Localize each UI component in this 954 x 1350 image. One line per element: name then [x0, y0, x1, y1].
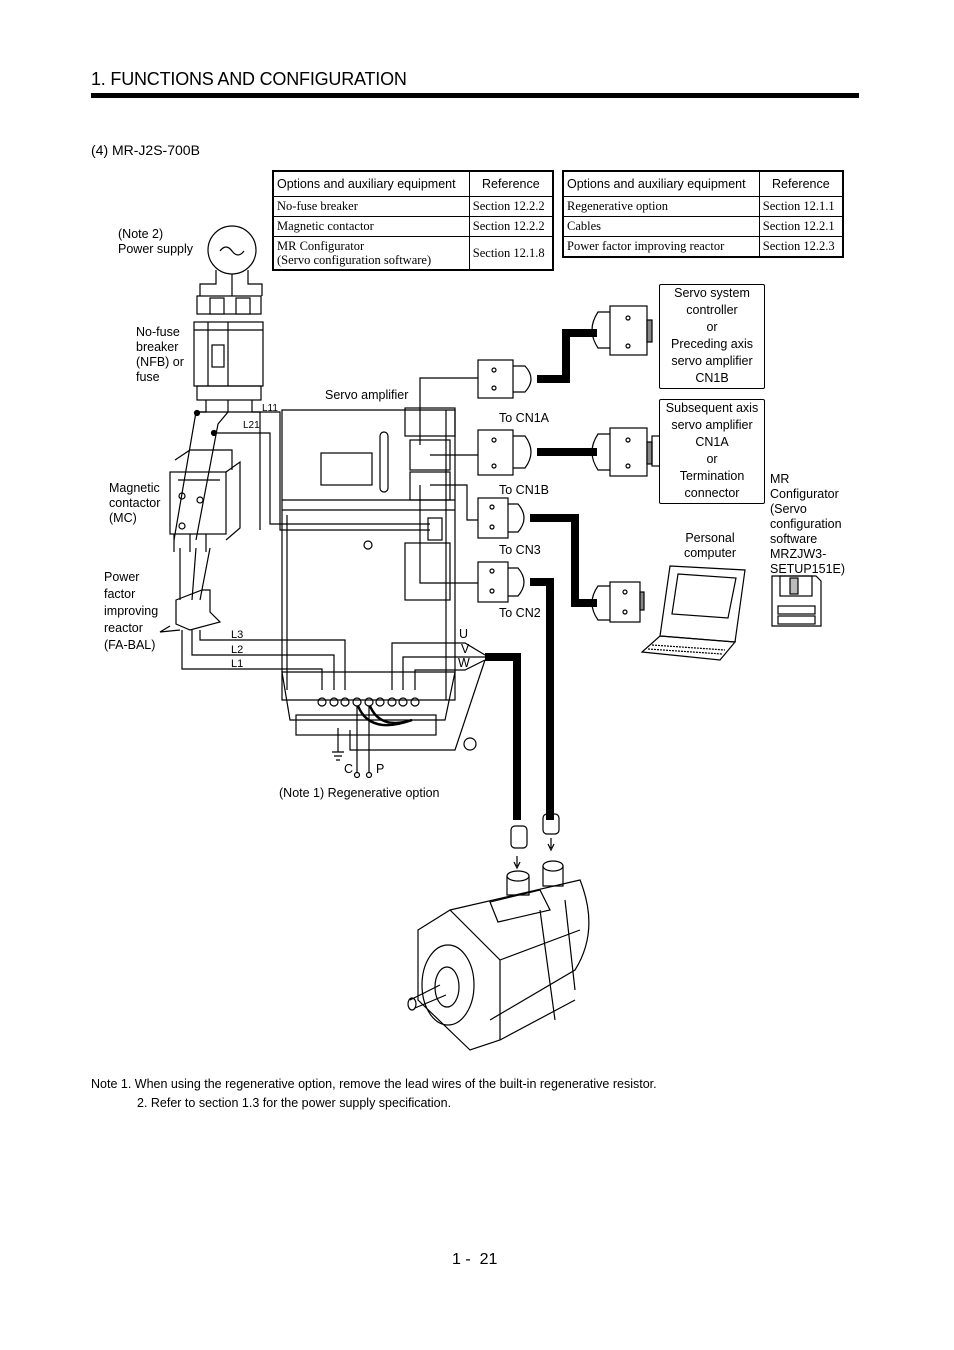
- note-1: Note 1. When using the regenerative opti…: [91, 1077, 657, 1091]
- w-label: W: [458, 656, 470, 670]
- table-row: Power factor improving reactor Section 1…: [562, 236, 844, 258]
- floppy-disk-icon: [771, 575, 822, 627]
- nfb-label: No-fuse breaker (NFB) or fuse: [136, 325, 184, 385]
- table-row: No-fuse breaker Section 12.2.2: [272, 196, 554, 217]
- table-row: MR Configurator (Servo configuration soft…: [272, 236, 554, 271]
- power-factor-reactor-icon: [159, 589, 222, 633]
- reference-table-2: Options and auxiliary equipment Referenc…: [562, 170, 844, 258]
- box-line: servo amplifier: [671, 354, 753, 368]
- box-line: servo amplifier: [671, 418, 753, 432]
- table-cell-line: (Servo configuration software): [277, 253, 432, 267]
- cn1b-connector-icon: [477, 429, 532, 476]
- label-line: Configurator: [770, 487, 839, 501]
- label-line: (Servo: [770, 502, 807, 516]
- to-cn1a-label: To CN1A: [499, 411, 550, 425]
- to-cn3-label: To CN3: [499, 543, 541, 557]
- label-line: Power: [104, 570, 140, 584]
- box-line: or: [706, 320, 718, 334]
- reactor-label: Power factor improving reactor (FA-BAL): [104, 569, 158, 654]
- to-cn1b-label: To CN1B: [499, 483, 550, 497]
- label-line: (FA-BAL): [104, 638, 156, 652]
- laptop-icon: [640, 565, 746, 661]
- label-line: computer: [683, 546, 737, 560]
- label-line: improving: [104, 604, 159, 618]
- label-line: No-fuse: [136, 325, 180, 339]
- box-line: or: [706, 452, 718, 466]
- label-line: Personal: [685, 531, 735, 545]
- box-line: Preceding axis: [671, 337, 753, 351]
- note-2: 2. Refer to section 1.3 for the power su…: [137, 1096, 452, 1110]
- box-line: controller: [686, 303, 738, 317]
- servo-controller-box: Servo system controller or Preceding axi…: [659, 284, 765, 389]
- label-line: Power supply: [118, 242, 194, 256]
- to-cn2-label: To CN2: [499, 606, 541, 620]
- table-header: Reference: [758, 170, 844, 197]
- table-header: Options and auxiliary equipment: [562, 170, 760, 197]
- power-supply-icon: [199, 225, 263, 296]
- box-line: Termination: [679, 469, 745, 483]
- pc-connector-icon: [591, 581, 645, 623]
- mc-label: Magnetic contactor (MC): [109, 481, 160, 526]
- servo-amplifier-icon: [281, 407, 456, 736]
- l11-label: L11: [262, 403, 278, 414]
- label-line: SETUP151E): [770, 562, 846, 576]
- mr-configurator-label: MR Configurator (Servo configuration sof…: [770, 472, 845, 577]
- l21-label: L21: [243, 420, 260, 431]
- table-header: Reference: [468, 170, 554, 197]
- page-number: 1 - 21: [452, 1251, 498, 1268]
- servo-motor-icon: [407, 813, 590, 1051]
- table-row: Regenerative option Section 12.1.1: [562, 196, 844, 217]
- label-line: fuse: [136, 370, 160, 384]
- reference-table-1: Options and auxiliary equipment Referenc…: [272, 170, 554, 271]
- label-line: Magnetic: [109, 481, 160, 495]
- table-header: Options and auxiliary equipment: [272, 170, 470, 197]
- label-line: software: [770, 532, 818, 546]
- table-cell-line: MR Configurator: [277, 239, 365, 253]
- power-supply-label: (Note 2) Power supply: [118, 227, 193, 257]
- label-line: MRZJW3-: [770, 547, 827, 561]
- box-line: Subsequent axis: [665, 401, 759, 415]
- cn1a-connector-icon: [477, 359, 532, 399]
- controller-connector-icon: [591, 305, 653, 356]
- label-line: (NFB) or: [136, 355, 184, 369]
- u-label: U: [459, 627, 469, 641]
- subsequent-axis-box: Subsequent axis servo amplifier CN1A or …: [659, 399, 765, 504]
- personal-computer-label: Personal computer: [683, 531, 737, 561]
- footnotes: Note 1. When using the regenerative opti…: [91, 1075, 657, 1113]
- l2-label: L2: [231, 644, 244, 656]
- box-line: connector: [684, 486, 740, 500]
- box-line: CN1A: [695, 435, 729, 449]
- c-label: C: [344, 762, 354, 776]
- label-line: (Note 2): [118, 227, 164, 241]
- cn3-connector-icon: [477, 497, 525, 539]
- regenerative-option-label: (Note 1) Regenerative option: [279, 786, 440, 800]
- v-label: V: [461, 642, 470, 656]
- subsequent-connector-icon: [591, 427, 661, 477]
- no-fuse-breaker-icon: [193, 295, 264, 401]
- l1-label: L1: [231, 658, 244, 670]
- p-label: P: [376, 762, 385, 776]
- box-line: CN1B: [695, 371, 729, 385]
- table-row: Magnetic contactor Section 12.2.2: [272, 216, 554, 237]
- label-line: reactor: [104, 621, 143, 635]
- table-row: Cables Section 12.2.1: [562, 216, 844, 237]
- label-line: (MC): [109, 511, 137, 525]
- label-line: configuration: [770, 517, 842, 531]
- label-line: factor: [104, 587, 136, 601]
- label-line: breaker: [136, 340, 179, 354]
- box-line: Servo system: [674, 286, 750, 300]
- cn2-connector-icon: [477, 561, 525, 603]
- label-line: MR: [770, 472, 790, 486]
- servo-amplifier-label: Servo amplifier: [325, 388, 409, 402]
- label-line: contactor: [109, 496, 161, 510]
- l3-label: L3: [231, 629, 244, 641]
